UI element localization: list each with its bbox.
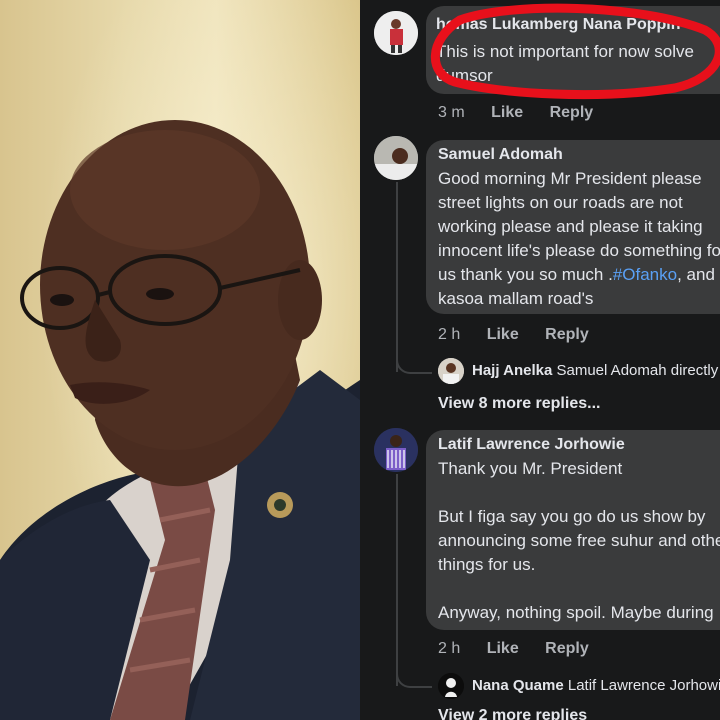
comment-actions-1: 3 m Like Reply — [438, 104, 615, 122]
like-button[interactable]: Like — [487, 326, 519, 343]
person-icon — [438, 673, 464, 699]
reply-button[interactable]: Reply — [550, 104, 594, 121]
comment-actions-2: 2 h Like Reply — [438, 326, 611, 344]
comment-bubble-2: Samuel Adomah Good morning Mr President … — [426, 140, 720, 314]
reply-button[interactable]: Reply — [545, 640, 589, 657]
avatar-nana-quame[interactable] — [438, 673, 464, 699]
reply-text: Latif Lawrence Jorhowie — [567, 677, 720, 694]
hashtag-link[interactable]: #Ofanko — [613, 265, 677, 284]
comment-text-part: us thank you so much . — [438, 265, 613, 284]
thread-connector — [396, 182, 398, 372]
comment-actions-3: 2 h Like Reply — [438, 640, 611, 658]
comment-text-line: things for us. — [438, 555, 536, 574]
reply-connector — [396, 664, 432, 688]
person-icon — [374, 428, 418, 472]
president-photo — [0, 0, 360, 720]
comment-text-line: street lights on our roads are not — [438, 193, 683, 212]
person-icon — [374, 136, 418, 180]
avatar-latif[interactable] — [374, 428, 418, 472]
portrait-illustration — [0, 120, 360, 720]
comment-text-line: But I figa say you go do us show by — [438, 507, 706, 526]
reply-preview[interactable]: Hajj Anelka Samuel Adomah directly — [472, 362, 718, 379]
comment-text-line: innocent life's please do something for — [438, 241, 720, 260]
red-circle-annotation — [430, 3, 720, 100]
avatar-hajj[interactable] — [438, 358, 464, 384]
head-highlight — [70, 130, 260, 250]
comment-text-line: us thank you so much .#Ofanko, and — [438, 263, 715, 287]
view-more-replies-button[interactable]: View 2 more replies — [438, 707, 587, 720]
reply-button[interactable]: Reply — [545, 326, 589, 343]
avatar-thomas[interactable] — [374, 11, 418, 55]
reply-author[interactable]: Hajj Anelka — [472, 362, 552, 379]
comment-text-line: kasoa mallam road's — [438, 289, 594, 308]
person-icon — [438, 358, 464, 384]
comment-time: 2 h — [438, 640, 461, 657]
like-button[interactable]: Like — [491, 104, 523, 121]
view-more-replies-button[interactable]: View 8 more replies... — [438, 395, 600, 413]
eye-left — [50, 294, 74, 306]
comment-text-line: Anyway, nothing spoil. Maybe during — [438, 603, 714, 622]
comment-text-line: working please and please it taking — [438, 217, 703, 236]
person-icon — [374, 11, 418, 55]
reply-connector — [396, 350, 432, 374]
eye-right — [146, 288, 174, 300]
comment-time: 2 h — [438, 326, 461, 343]
comment-text-line: Thank you Mr. President — [438, 459, 623, 478]
comment-text-line: Good morning Mr President please — [438, 169, 702, 188]
thread-connector — [396, 474, 398, 686]
avatar-samuel[interactable] — [374, 136, 418, 180]
like-button[interactable]: Like — [487, 640, 519, 657]
comment-author[interactable]: Latif Lawrence Jorhowie — [438, 436, 625, 454]
reply-author[interactable]: Nana Quame — [472, 677, 564, 694]
comment-text-line: announcing some free suhur and other — [438, 531, 720, 550]
reply-text: Samuel Adomah directly — [556, 362, 719, 379]
comment-bubble-3: Latif Lawrence Jorhowie Thank you Mr. Pr… — [426, 430, 720, 630]
comment-time: 3 m — [438, 104, 465, 121]
comment-text-part: , and — [677, 265, 715, 284]
reply-preview[interactable]: Nana Quame Latif Lawrence Jorhowie — [472, 677, 720, 694]
lapel-pin-icon — [267, 492, 293, 518]
comment-author[interactable]: Samuel Adomah — [438, 146, 563, 164]
comments-panel: homas Lukamberg Nana Poppin This is not … — [360, 0, 720, 720]
